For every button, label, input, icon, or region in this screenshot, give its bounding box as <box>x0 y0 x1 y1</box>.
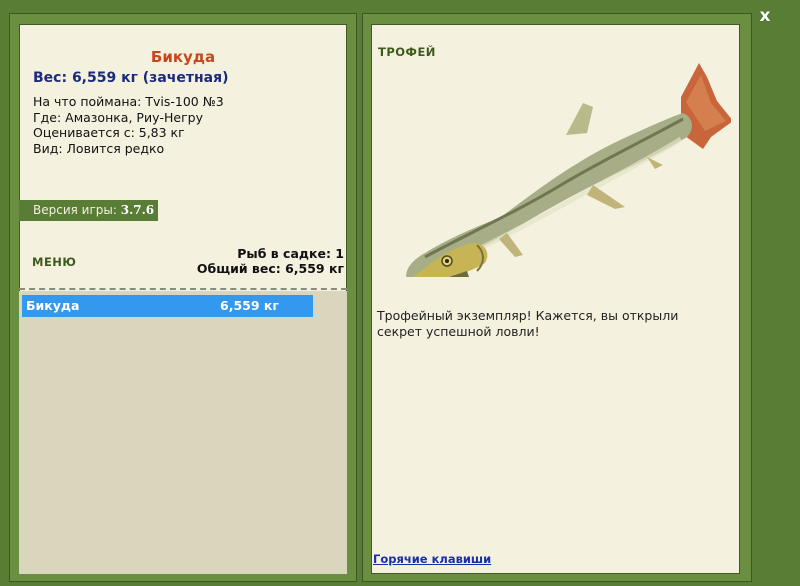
species-info: Вид: Ловится редко <box>33 141 165 156</box>
fish-info-panel: Бикуда Вес: 6,559 кг (зачетная) На что п… <box>19 24 347 574</box>
trophy-description: Трофейный экземпляр! Кажется, вы открыли… <box>377 308 679 339</box>
location-info: Где: Амазонка, Риу-Негру <box>33 110 203 125</box>
close-icon[interactable]: x <box>755 6 775 26</box>
fish-image <box>406 63 731 277</box>
menu-button[interactable]: МЕНЮ <box>32 255 76 269</box>
keepnet-fish-count: Рыб в садке: 1 <box>237 246 344 261</box>
keepnet-total-weight: Общий вес: 6,559 кг <box>196 261 344 276</box>
bait-info: На что поймана: Tvis-100 №3 <box>33 94 224 109</box>
hotkeys-link[interactable]: Горячие клавиши <box>373 552 491 566</box>
fish-weight: Вес: 6,559 кг (зачетная) <box>33 70 229 86</box>
trophy-panel: ТРОФЕЙ Трофейный экземпляр! Кажется, вы … <box>371 24 740 574</box>
catch-weight: 6,559 кг <box>220 298 279 313</box>
list-item[interactable]: Бикуда 6,559 кг <box>22 295 313 317</box>
dashed-divider <box>19 288 347 290</box>
version-bar: Версия игры: 3.7.6 <box>19 200 158 221</box>
version-label: Версия игры: <box>33 203 117 217</box>
version-value: 3.7.6 <box>120 203 155 217</box>
catch-list: Бикуда 6,559 кг <box>19 291 347 574</box>
fish-name-title: Бикуда <box>150 48 216 66</box>
rated-from-info: Оценивается с: 5,83 кг <box>33 125 185 140</box>
catch-name: Бикуда <box>26 298 80 313</box>
